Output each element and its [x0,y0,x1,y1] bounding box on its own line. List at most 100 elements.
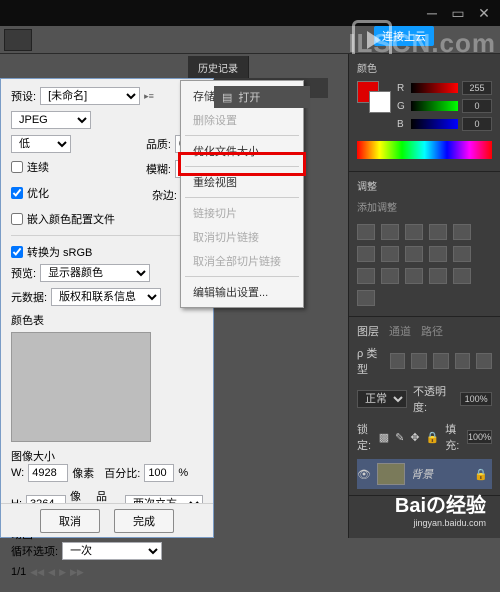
convert-srgb-label: 转换为 sRGB [27,244,92,260]
opacity-label: 不透明度: [413,383,454,415]
photofilter-icon[interactable] [429,246,447,262]
g-value[interactable]: 0 [462,99,492,113]
fill-label: 填充: [445,421,461,453]
color-swatches[interactable] [357,81,391,135]
filter-type-icon[interactable] [433,353,449,369]
color-panel-title: 颜色 [357,60,492,75]
brightness-icon[interactable] [357,224,375,240]
colorbalance-icon[interactable] [381,246,399,262]
tab-history[interactable]: 历史记录 [188,56,249,78]
adjustment-icons [357,220,492,310]
percent-label: 百分比: [104,465,140,481]
progressive-checkbox[interactable] [11,161,23,173]
levels-icon[interactable] [381,224,399,240]
tab-paths[interactable]: 路径 [421,323,443,339]
panel-tabs: 历史记录 [188,56,249,78]
embed-profile-checkbox[interactable] [11,213,23,225]
kind-filter-label: ρ 类型 [357,345,384,377]
metadata-select[interactable]: 版权和联系信息 [51,288,161,306]
filter-adjust-icon[interactable] [411,353,427,369]
menu-edit-output[interactable]: 编辑输出设置... [181,280,303,304]
imagesize-heading: 图像大小 [11,448,203,464]
b-value[interactable]: 0 [462,117,492,131]
baidu-brand: Baiの经验 [395,489,486,518]
quality-grade-select[interactable]: 低 [11,135,71,153]
lock-pixel-icon[interactable]: ✎ [395,431,404,444]
cloud-button[interactable]: 连接上云 [374,26,434,46]
r-slider[interactable] [411,83,458,93]
bw-icon[interactable] [405,246,423,262]
frame-fwd-icon[interactable]: ▶ [59,567,66,578]
done-button[interactable]: 完成 [114,509,174,533]
close-button[interactable]: ✕ [472,4,496,22]
lock-trans-icon[interactable]: ▩ [379,431,389,444]
menu-unlink-all: 取消全部切片链接 [181,249,303,273]
fill-value[interactable]: 100% [467,430,492,444]
width-input[interactable] [28,464,68,482]
filter-shape-icon[interactable] [455,353,471,369]
adjustments-panel: 调整 添加调整 [349,172,500,317]
menu-link-slices: 链接切片 [181,201,303,225]
menu-delete-settings: 删除设置 [181,108,303,132]
background-swatch[interactable] [369,91,391,113]
vibrance-icon[interactable] [453,224,471,240]
open-label: 打开 [238,89,260,105]
gradientmap-icon[interactable] [453,268,471,284]
opacity-value[interactable]: 100% [460,392,492,406]
percent-input[interactable] [144,464,174,482]
posterize-icon[interactable] [405,268,423,284]
preset-label: 预设: [11,88,36,104]
loop-select[interactable]: 一次 [62,542,162,560]
cancel-button[interactable]: 取消 [40,509,100,533]
spectrum-ramp[interactable] [357,141,492,159]
tab-channels[interactable]: 通道 [389,323,411,339]
right-panels: 颜色 R255 G0 B0 调整 添加调整 图层 通道 路径 ρ [348,54,500,538]
colortable-heading: 颜色表 [11,312,203,328]
tab-layers[interactable]: 图层 [357,323,379,339]
frame-back-icon[interactable]: ◀ [48,567,55,578]
history-open-row[interactable]: ▤ 打开 [214,86,310,108]
progressive-label: 连续 [27,159,49,175]
menu-redraw-view[interactable]: 重绘视图 [181,170,303,194]
preview-select[interactable]: 显示器颜色 [40,264,150,282]
minimize-button[interactable]: ─ [420,4,444,22]
selective-icon[interactable] [357,290,375,306]
threshold-icon[interactable] [429,268,447,284]
color-panel: 颜色 R255 G0 B0 [349,54,500,172]
colorlookup-icon[interactable] [357,268,375,284]
filter-smart-icon[interactable] [476,353,492,369]
layers-panel: 图层 通道 路径 ρ 类型 正常 不透明度: 100% 锁定: ▩ ✎ ✥ 🔒 … [349,317,500,496]
layer-thumbnail[interactable] [377,463,405,485]
blend-mode-select[interactable]: 正常 [357,390,407,408]
curves-icon[interactable] [405,224,423,240]
flyout-icon[interactable]: ▸≡ [144,91,154,102]
layer-name: 背景 [411,466,433,482]
hue-icon[interactable] [357,246,375,262]
metadata-label: 元数据: [11,289,47,305]
loop-label: 循环选项: [11,543,58,559]
channelmixer-icon[interactable] [453,246,471,262]
invert-icon[interactable] [381,268,399,284]
optimized-checkbox[interactable] [11,187,23,199]
menu-optimize-filesize[interactable]: 优化文件大小... [181,139,303,163]
tool-preset[interactable] [4,29,32,51]
lock-all-icon[interactable]: 🔒 [426,431,440,444]
r-value[interactable]: 255 [462,81,492,95]
visibility-icon[interactable]: 👁 [357,468,371,480]
adjustments-title: 调整 [357,178,492,193]
frame-prev-icon[interactable]: ◀◀ [30,567,44,578]
layer-row-background[interactable]: 👁 背景 🔒 [357,459,492,489]
g-slider[interactable] [411,101,458,111]
convert-srgb-checkbox[interactable] [11,246,23,258]
filter-pixel-icon[interactable] [390,353,406,369]
quality-label: 品质: [146,136,171,152]
baidu-url: jingyan.baidu.com [395,518,486,528]
maximize-button[interactable]: ▭ [446,4,470,22]
b-slider[interactable] [411,119,458,129]
lock-pos-icon[interactable]: ✥ [410,431,419,444]
frame-next-icon[interactable]: ▶▶ [70,567,84,578]
dialog-footer: 取消 完成 [1,503,213,537]
exposure-icon[interactable] [429,224,447,240]
preset-select[interactable]: [未命名] [40,87,140,105]
format-select[interactable]: JPEG [11,111,91,129]
